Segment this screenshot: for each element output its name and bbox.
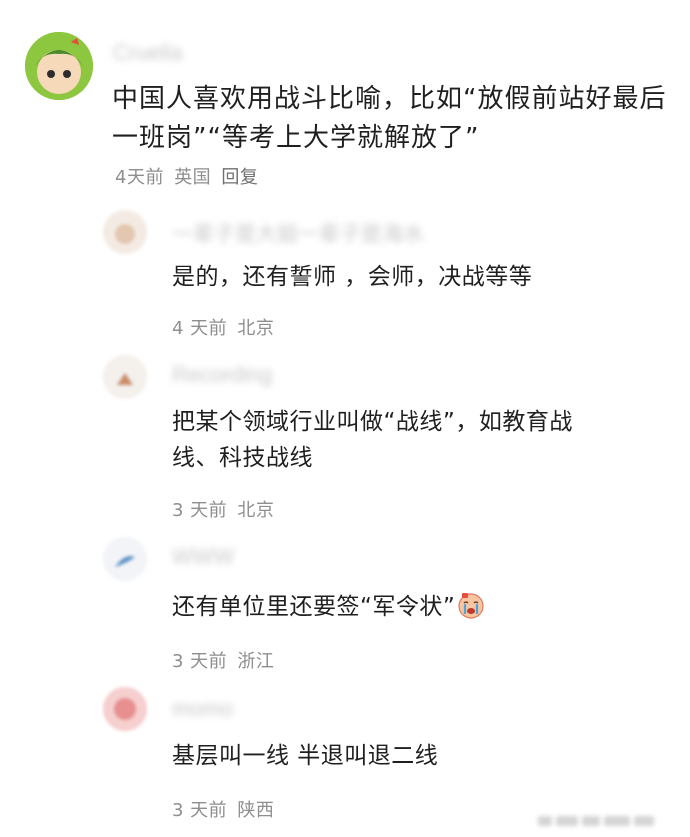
reply-button[interactable]: 回复 (221, 167, 258, 188)
reply-time: 4 天前 (172, 318, 228, 339)
reply-time: 3 天前 (172, 800, 228, 821)
reply-meta: 4 天前 北京 (172, 314, 278, 340)
avatar-image (103, 687, 147, 731)
avatar-image (103, 355, 147, 399)
commenter-name[interactable]: Cruella (113, 40, 183, 66)
reply-time: 3 天前 (172, 500, 228, 521)
reply-time: 3 天前 (172, 651, 228, 672)
comment-time: 4天前 (115, 167, 164, 188)
reply-author-name[interactable]: WWW (172, 544, 234, 570)
reply-location: 北京 (237, 500, 275, 521)
reply-text-row: 还有单位里还要签“军令状” (172, 589, 612, 625)
reply-meta: 3 天前 浙江 (172, 647, 278, 673)
reply-location: 北京 (237, 318, 275, 339)
reply-avatar[interactable] (103, 355, 147, 399)
reply-location: 陕西 (237, 800, 275, 821)
reply-author-name[interactable]: 一辈子是大姐一辈子是海水 (172, 218, 424, 248)
reply-text: 是的，还有誓师 ，会师，决战等等 (172, 264, 533, 290)
crying-face-icon (457, 591, 485, 619)
reply-author-name[interactable]: momo (172, 696, 233, 722)
avatar-image (103, 537, 147, 581)
reply-avatar[interactable] (103, 537, 147, 581)
reply-text: 还有单位里还要签“军令状” (172, 594, 456, 620)
avatar-image (25, 32, 93, 100)
reply-location: 浙江 (237, 651, 275, 672)
avatar-image (103, 210, 147, 254)
comment-meta: 4天前 英国 回复 (115, 163, 262, 189)
reply-meta: 3 天前 陕西 (172, 796, 278, 822)
reply-author-name[interactable]: Recording (172, 362, 272, 388)
reply-avatar[interactable] (103, 210, 147, 254)
comment-text: 中国人喜欢用战斗比喻，比如“放假前站好最后一班岗”“等考上大学就解放了” (112, 84, 667, 153)
reply-text: 基层叫一线 半退叫退二线 (172, 743, 439, 769)
reply-avatar[interactable] (103, 687, 147, 731)
commenter-avatar[interactable] (25, 32, 93, 100)
reply-text: 把某个领域行业叫做“战线”，如教育战线、科技战线 (172, 409, 573, 471)
watermark-logo (538, 815, 656, 827)
reply-meta: 3 天前 北京 (172, 496, 278, 522)
comment-location: 英国 (174, 167, 212, 188)
